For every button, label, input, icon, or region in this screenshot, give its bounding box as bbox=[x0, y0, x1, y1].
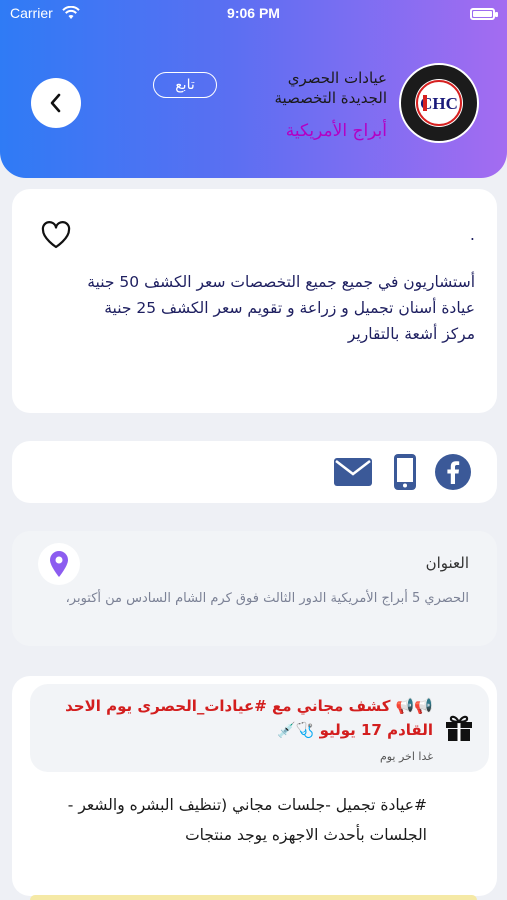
heart-icon[interactable] bbox=[40, 219, 72, 251]
phone-icon[interactable] bbox=[392, 453, 418, 491]
status-bar: Carrier 9:06 PM bbox=[0, 5, 507, 25]
clinic-name-line1: عيادات الحصري bbox=[287, 69, 387, 87]
facebook-icon[interactable] bbox=[434, 453, 472, 491]
offer-banner[interactable]: 📢📢 كشف مجاني مع #عيادات_الحصرى يوم الاحد… bbox=[30, 684, 489, 772]
header: Carrier 9:06 PM تابع عيادات الحصري الجدي… bbox=[0, 0, 507, 178]
about-dot: . bbox=[469, 225, 475, 244]
about-line: عيادة أسنان تجميل و زراعة و تقويم سعر ال… bbox=[104, 299, 475, 317]
back-button[interactable] bbox=[31, 78, 81, 128]
address-card: العنوان الحصري 5 أبراج الأمريكية الدور ا… bbox=[12, 531, 497, 646]
clinic-location-label[interactable]: أبراج الأمريكية bbox=[286, 121, 387, 141]
clinic-name-line2: الجديدة التخصصية bbox=[274, 89, 388, 107]
location-pin-icon bbox=[50, 551, 68, 577]
clock: 9:06 PM bbox=[227, 5, 280, 21]
location-pin-button[interactable] bbox=[38, 543, 80, 585]
address-text: الحصري 5 أبراج الأمريكية الدور الثالث فو… bbox=[65, 591, 469, 606]
about-description: أستشاريون في جميع جميع التخصصات سعر الكش… bbox=[15, 269, 475, 347]
follow-button[interactable]: تابع bbox=[153, 72, 217, 98]
logo-emblem-icon: CHC bbox=[415, 79, 463, 127]
offer-deadline: غدا اخر يوم bbox=[379, 750, 433, 763]
offer-post-text: #عيادة تجميل -جلسات مجاني (تنظيف البشره … bbox=[67, 796, 427, 844]
next-card-peek bbox=[30, 895, 477, 900]
address-title: العنوان bbox=[425, 554, 469, 572]
offer-card: 📢📢 كشف مجاني مع #عيادات_الحصرى يوم الاحد… bbox=[12, 676, 497, 896]
about-line: أستشاريون في جميع جميع التخصصات سعر الكش… bbox=[87, 273, 475, 291]
chevron-left-icon bbox=[50, 93, 61, 113]
contact-card bbox=[12, 441, 497, 503]
email-icon[interactable] bbox=[333, 453, 373, 491]
gift-icon bbox=[446, 715, 472, 741]
offer-headline: 📢📢 كشف مجاني مع #عيادات_الحصرى يوم الاحد… bbox=[65, 697, 433, 739]
clinic-logo: CHC bbox=[399, 63, 479, 143]
battery-icon bbox=[470, 8, 498, 20]
about-line: مركز أشعة بالتقارير bbox=[347, 325, 475, 343]
clinic-name: عيادات الحصري الجديدة التخصصية bbox=[275, 68, 388, 108]
about-card: . أستشاريون في جميع جميع التخصصات سعر ال… bbox=[12, 189, 497, 413]
